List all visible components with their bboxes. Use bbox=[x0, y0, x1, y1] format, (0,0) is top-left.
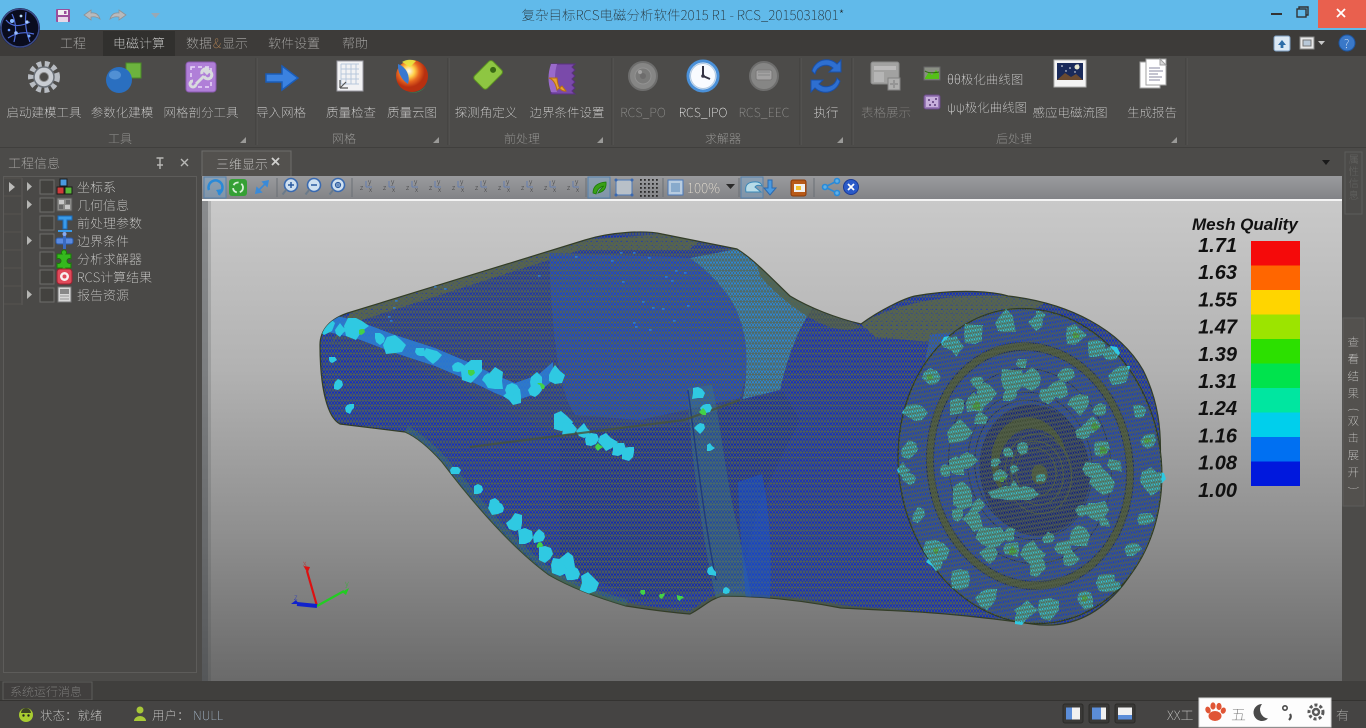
svg-text:Mesh Quality: Mesh Quality bbox=[1192, 215, 1299, 234]
svg-text:1.47: 1.47 bbox=[1198, 317, 1238, 339]
svg-text:1.71: 1.71 bbox=[1198, 235, 1237, 257]
svg-text:1.63: 1.63 bbox=[1198, 262, 1237, 284]
svg-text:1.16: 1.16 bbox=[1198, 425, 1238, 447]
svg-text:1.08: 1.08 bbox=[1198, 453, 1238, 475]
svg-text:1.55: 1.55 bbox=[1198, 289, 1238, 311]
svg-text:1.39: 1.39 bbox=[1198, 344, 1238, 366]
svg-text:1.24: 1.24 bbox=[1198, 398, 1237, 420]
svg-text:1.00: 1.00 bbox=[1198, 480, 1237, 502]
svg-text:1.31: 1.31 bbox=[1198, 371, 1237, 393]
